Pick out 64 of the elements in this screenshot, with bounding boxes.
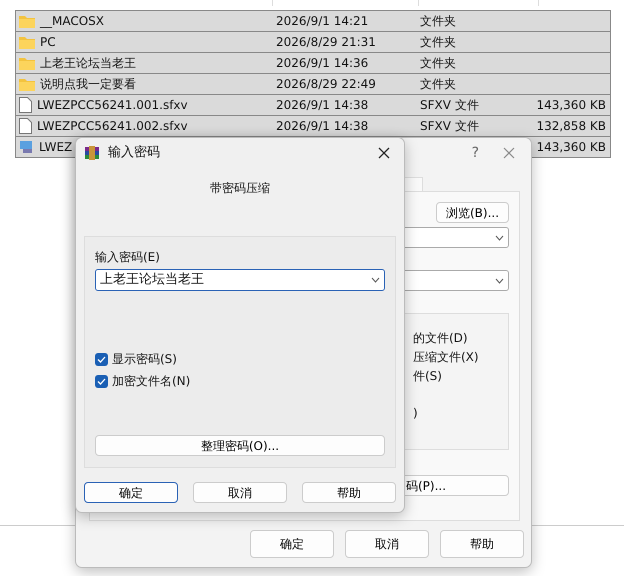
checkmark-icon: [97, 378, 106, 384]
file-icon: [19, 118, 32, 134]
file-name: LWEZPCC56241.001.sfxv: [37, 97, 188, 114]
dialog-button[interactable]: 帮助: [302, 482, 396, 503]
checkbox-label: 显示密码(S): [112, 351, 177, 368]
file-type: SFXV 文件: [420, 98, 479, 112]
password-label: 输入密码(E): [95, 249, 161, 266]
chevron-icon: [495, 278, 504, 284]
file-row[interactable]: LWEZPCC56241.001.sfxv 2026/9/1 14:38 SFXV 文件 143,360 KB: [15, 95, 611, 116]
file-size: 132,858 KB: [536, 119, 606, 133]
file-row[interactable]: 上老王论坛当老王 2026/9/1 14:36 文件夹: [15, 53, 611, 74]
file-row[interactable]: __MACOSX 2026/9/1 14:21 文件夹: [15, 11, 611, 32]
file-row[interactable]: LWEZPCC56241.002.sfxv 2026/9/1 14:38 SFXV 文件 132,858 KB: [15, 116, 611, 137]
archive-icon: [84, 144, 100, 160]
file-name: 上老王论坛当老王: [40, 55, 136, 72]
file-name: PC: [40, 34, 56, 51]
file-type: 文件夹: [420, 56, 456, 70]
file-name: __MACOSX: [40, 13, 104, 30]
folder-icon: [19, 78, 35, 90]
dialog-button[interactable]: 确定: [84, 482, 178, 503]
modified-date: 2026/9/1 14:38: [276, 119, 368, 133]
file-name: LWEZPCC56241.002.sfxv: [37, 118, 188, 135]
file-size: 143,360 KB: [536, 140, 606, 154]
checkbox[interactable]: [95, 374, 108, 388]
option-label: ): [413, 405, 418, 422]
file-type: 文件夹: [420, 14, 456, 28]
dialog-button[interactable]: 取消: [193, 482, 287, 503]
dialog-button[interactable]: 确定: [250, 530, 334, 558]
organize-passwords-button[interactable]: 整理密码(O)...: [95, 435, 385, 456]
file-size: 143,360 KB: [536, 98, 606, 112]
modified-date: 2026/9/1 14:38: [276, 98, 368, 112]
checkbox[interactable]: [95, 352, 108, 366]
option-label: 件(S): [413, 368, 442, 385]
file-type: 文件夹: [420, 77, 456, 91]
file-icon: [19, 97, 32, 113]
password-field[interactable]: 上老王论坛当老王: [95, 269, 385, 291]
help-button[interactable]: ?: [472, 146, 479, 160]
checkmark-icon: [97, 356, 106, 362]
browse-button[interactable]: 浏览(B)...: [436, 202, 509, 223]
password-value: 上老王论坛当老王: [100, 271, 204, 290]
file-row[interactable]: 说明点我一定要看 2026/8/29 22:49 文件夹: [15, 74, 611, 95]
file-type: SFXV 文件: [420, 119, 479, 133]
dialog-button[interactable]: 帮助: [440, 530, 524, 558]
close-icon[interactable]: [378, 146, 390, 158]
file-name: 说明点我一定要看: [40, 76, 136, 93]
file-name: LWEZ: [39, 139, 72, 156]
file-type: 文件夹: [420, 35, 456, 49]
dialog-button[interactable]: 取消: [345, 530, 429, 558]
option-label: 压缩文件(X): [413, 349, 479, 366]
dialog-heading: 带密码压缩: [210, 181, 270, 195]
folder-icon: [19, 36, 35, 48]
modified-date: 2026/9/1 14:21: [276, 14, 368, 28]
folder-icon: [19, 56, 35, 70]
modified-date: 2026/9/1 14:36: [276, 56, 368, 70]
dialog-title: 输入密码: [108, 144, 160, 162]
chevron-icon: [495, 234, 504, 240]
option-label: 的文件(D): [413, 330, 468, 347]
checkbox-label: 加密文件名(N): [112, 373, 190, 390]
folder-icon: [19, 14, 35, 28]
application-icon: [19, 140, 34, 154]
file-row[interactable]: PC 2026/8/29 21:31 文件夹: [15, 32, 611, 53]
modified-date: 2026/8/29 21:31: [276, 35, 376, 49]
modified-date: 2026/8/29 22:49: [276, 77, 376, 91]
chevron-icon: [371, 277, 380, 283]
